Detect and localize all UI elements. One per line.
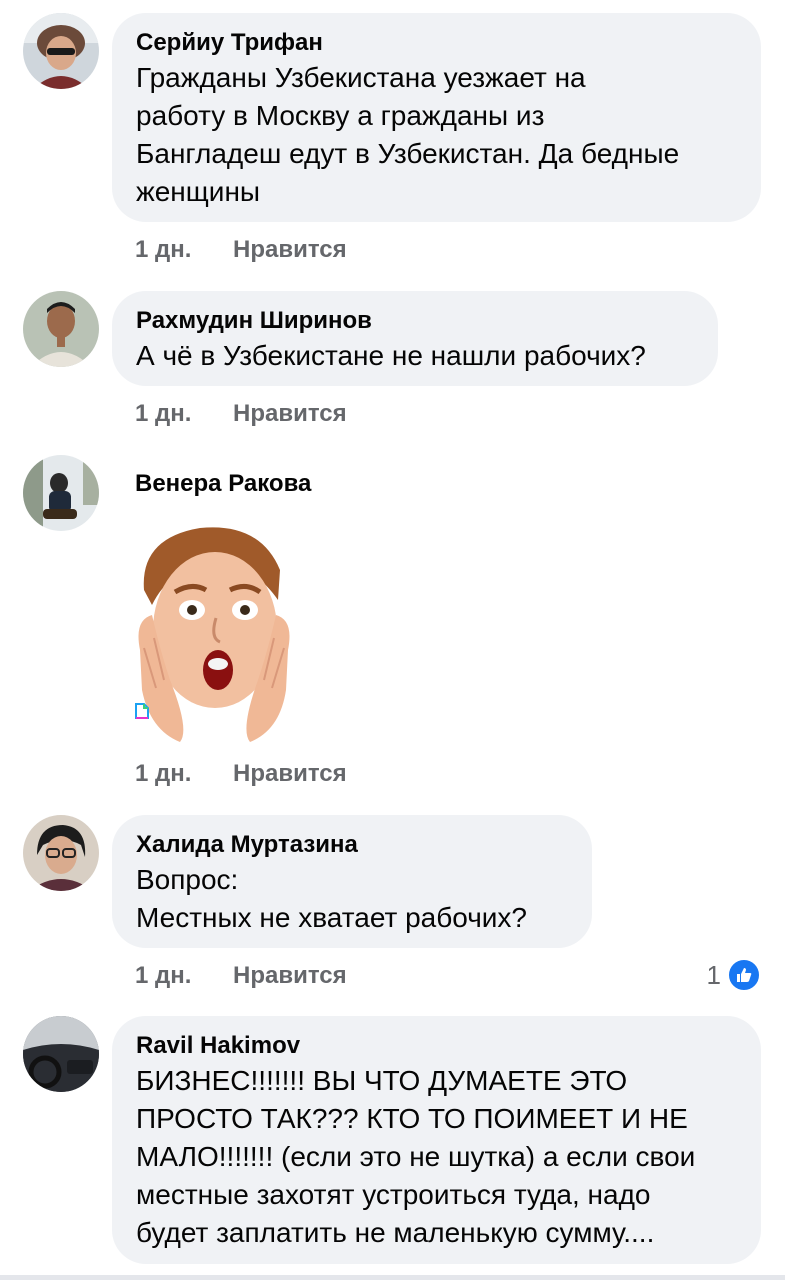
woman-glasses-avatar [23,815,99,891]
person-portrait-avatar [23,291,99,367]
like-button[interactable]: Нравится [233,399,347,429]
comment-author[interactable]: Ravil Hakimov [136,1030,737,1062]
comment-text: Гражданы Узбекистана уезжает на работу в… [136,62,680,207]
comment-author[interactable]: Венера Ракова [135,468,311,500]
comment-text: А чё в Узбекистане не нашли рабочих? [136,340,646,371]
comment-meta: 1 дн. Нравится [135,961,347,991]
comment-time[interactable]: 1 дн. [135,235,233,265]
avatar[interactable] [23,1016,99,1092]
reaction-summary[interactable]: 1 [706,958,761,992]
like-button[interactable]: Нравится [233,759,347,789]
comment-meta: 1 дн. Нравится [135,759,347,789]
like-button[interactable]: Нравится [233,235,347,265]
comment-author[interactable]: Серйиу Трифан [136,27,737,59]
comment-meta: 1 дн. Нравится [135,235,347,265]
comment-time[interactable]: 1 дн. [135,399,233,429]
comment-author[interactable]: Рахмудин Ширинов [136,305,694,337]
comment-author[interactable]: Халида Муртазина [136,829,568,861]
comment-bubble: Халида Муртазина Вопрос: Местных не хват… [112,815,592,948]
comment-bubble: Серйиу Трифан Гражданы Узбекистана уезжа… [112,13,761,222]
car-interior-avatar [23,1016,99,1092]
person-fur-hat-avatar [23,13,99,89]
avatar[interactable] [23,815,99,891]
sticker-store-icon[interactable] [135,703,149,719]
child-snow-avatar [23,455,99,531]
like-button[interactable]: Нравится [233,961,347,991]
thumbs-up-icon [727,958,761,992]
surprised-boy-sticker[interactable] [130,520,295,745]
avatar[interactable] [23,291,99,367]
comment-time[interactable]: 1 дн. [135,961,233,991]
comment-bubble: Ravil Hakimov БИЗНЕС!!!!!!! ВЫ ЧТО ДУМАЕ… [112,1016,761,1264]
comment-time[interactable]: 1 дн. [135,759,233,789]
comments-feed: Серйиу Трифан Гражданы Узбекистана уезжа… [0,0,785,1280]
avatar[interactable] [23,13,99,89]
reaction-count: 1 [706,959,721,990]
comment-text: Вопрос: Местных не хватает рабочих? [136,864,528,933]
avatar[interactable] [23,455,99,531]
divider [0,1275,785,1280]
comment-meta: 1 дн. Нравится [135,399,347,429]
comment-text: БИЗНЕС!!!!!!! ВЫ ЧТО ДУМАЕТЕ ЭТО ПРОСТО … [136,1065,696,1248]
comment-bubble: Рахмудин Ширинов А чё в Узбекистане не н… [112,291,718,386]
